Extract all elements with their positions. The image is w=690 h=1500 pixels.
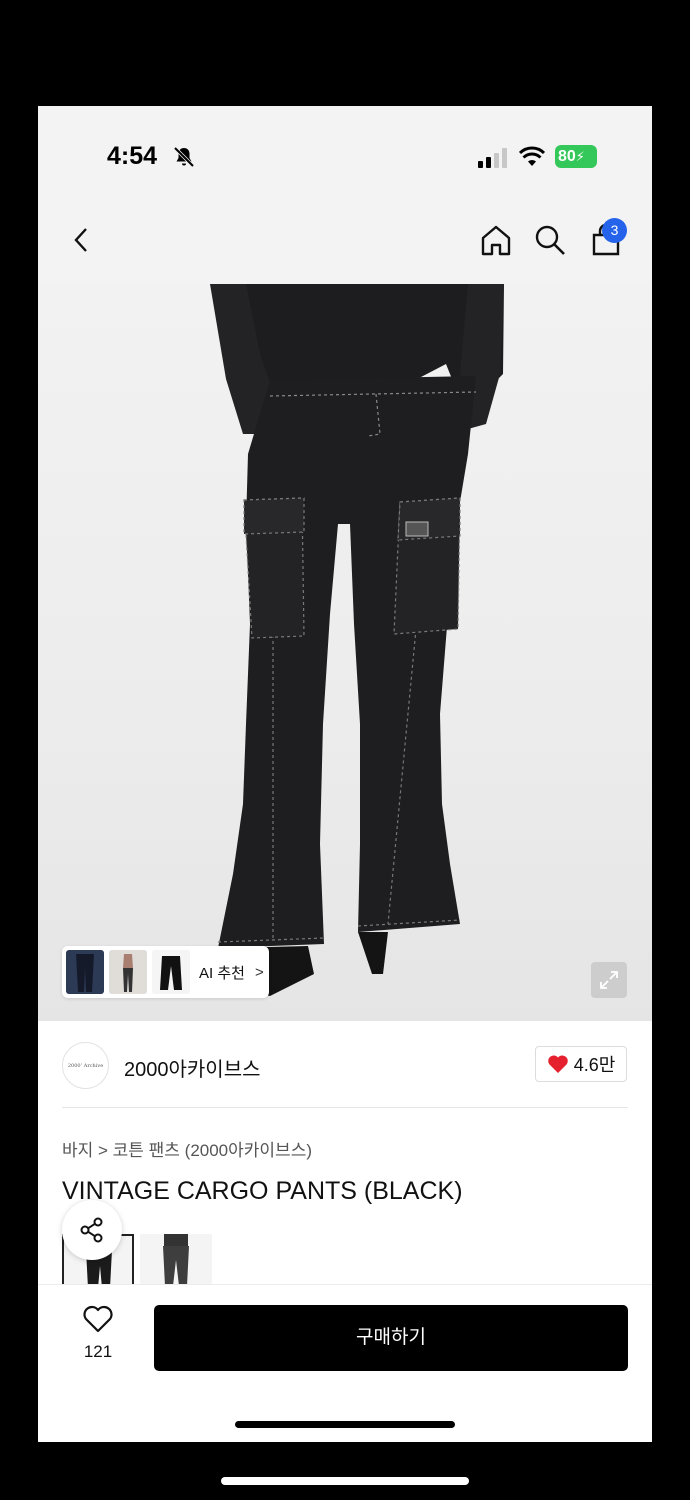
product-image[interactable]: AI 추천 > [38,284,652,1021]
share-icon [80,1217,103,1243]
share-button[interactable] [62,1200,122,1260]
buy-button[interactable]: 구매하기 [154,1305,628,1371]
recommend-thumbnail[interactable] [109,950,147,994]
expand-icon [600,971,618,989]
brand-logo-text: 2000’ Archive [67,1062,104,1069]
product-title: VINTAGE CARGO PANTS (BLACK) [62,1177,463,1205]
category-breadcrumb[interactable]: 바지 > 코튼 팬츠 (2000아카이브스) [62,1136,312,1161]
bottom-action-bar: 121 구매하기 [38,1284,652,1442]
recommend-thumbnail-image [66,950,104,994]
brand-name[interactable]: 2000아카이브스 [124,1053,261,1082]
outer-home-indicator [221,1477,469,1485]
search-button[interactable] [530,220,570,260]
bell-muted-icon [173,146,195,168]
color-option-image [163,1234,189,1286]
battery-level: 80 [558,148,576,165]
color-option-grey[interactable] [140,1234,212,1286]
status-time: 4:54 [107,142,158,170]
brand-logo[interactable]: 2000’ Archive [62,1042,109,1089]
brand-like-button[interactable]: 4.6만 [535,1046,627,1082]
wifi-icon [519,146,545,166]
heart-filled-icon [547,1055,568,1073]
cellular-signal-icon [478,148,507,168]
recommend-thumbnail-image [109,950,147,994]
status-bar: 4:54 80⚡ [38,106,652,206]
recommend-thumbnail[interactable] [152,950,190,994]
cart-count-badge: 3 [602,218,627,243]
heart-outline-icon [83,1305,113,1333]
chevron-left-icon [74,228,87,252]
brand-row: 2000’ Archive 2000아카이브스 4.6만 [62,1040,628,1092]
section-divider [62,1107,628,1108]
home-button[interactable] [476,220,516,260]
ai-recommend-label: AI 추천 [199,964,245,982]
ai-recommend-strip[interactable]: AI 추천 > [62,946,269,998]
wishlist-count: 121 [83,1342,113,1361]
recommend-thumbnail[interactable] [66,950,104,994]
phone-screen: 4:54 80⚡ 3 AI 추천 > 2000’ Archive 2000아카이… [38,106,652,1442]
expand-image-button[interactable] [591,962,627,998]
brand-like-count: 4.6만 [573,1055,616,1075]
battery-indicator: 80⚡ [555,145,597,168]
search-icon [535,225,565,255]
model-wearing-pants-image [210,284,504,996]
charging-bolt-icon: ⚡ [575,149,585,164]
top-navigation: 3 [38,206,652,284]
wishlist-button[interactable]: 121 [68,1305,128,1362]
home-indicator [235,1421,455,1428]
recommend-thumbnail-image [152,950,190,994]
chevron-right-icon: > [254,963,264,981]
back-button[interactable] [62,220,102,260]
home-icon [481,225,511,256]
